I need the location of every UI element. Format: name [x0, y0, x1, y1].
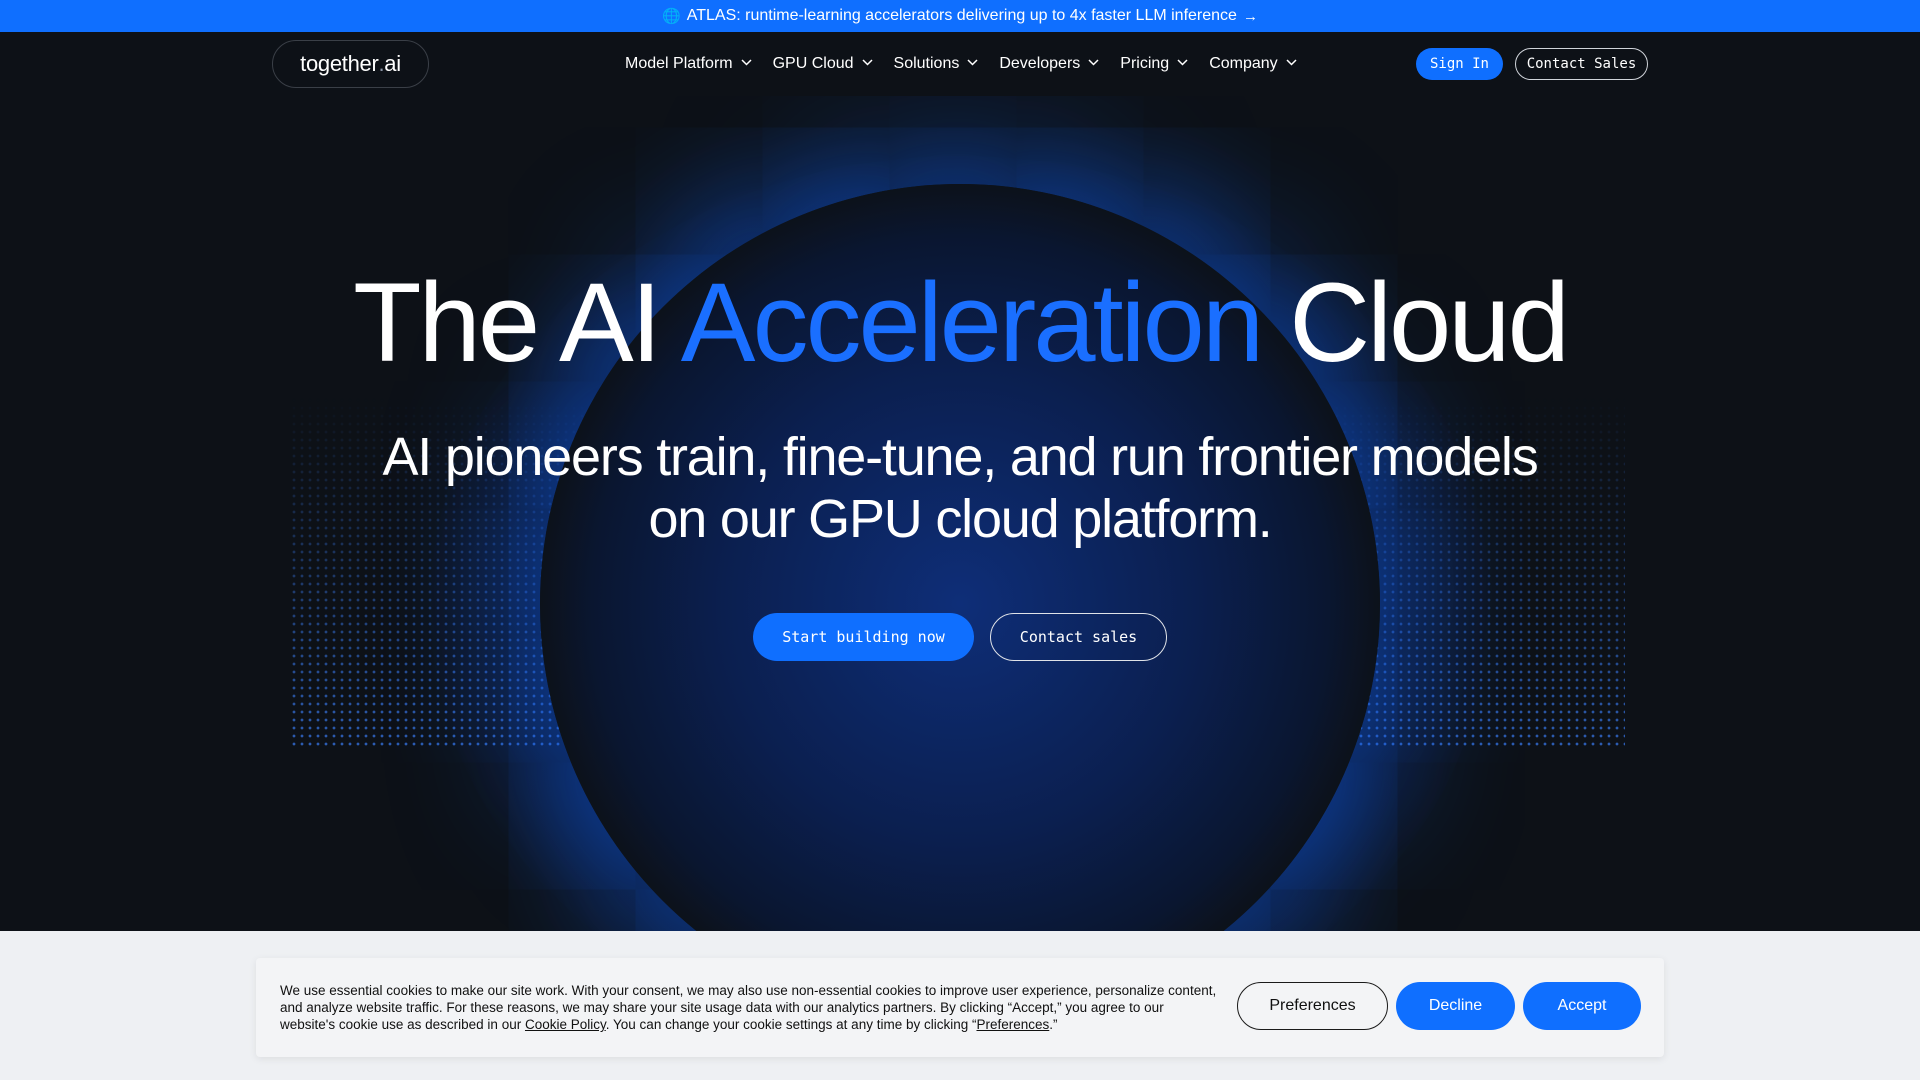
nav-item-label: Developers: [999, 55, 1081, 72]
accept-button[interactable]: Accept: [1523, 982, 1641, 1030]
nav-item-model-platform[interactable]: Model Platform: [625, 55, 752, 73]
cookie-policy-link[interactable]: Cookie Policy: [525, 1017, 606, 1032]
cookie-message: We use essential cookies to make our sit…: [280, 982, 1220, 1033]
nav-item-pricing[interactable]: Pricing: [1120, 55, 1188, 73]
nav-item-label: Pricing: [1120, 55, 1170, 72]
nav-item-label: Solutions: [893, 55, 960, 72]
nav-item-label: GPU Cloud: [772, 55, 854, 72]
chevron-down-icon: [1286, 59, 1297, 69]
hero-section: The AI Acceleration Cloud AI pioneers tr…: [0, 96, 1920, 931]
preferences-button[interactable]: Preferences: [1237, 982, 1388, 1030]
logo-text-main: together: [300, 51, 379, 76]
headline-part-1: The AI: [353, 260, 681, 385]
nav-item-gpu-cloud[interactable]: GPU Cloud: [772, 55, 873, 73]
hero-headline: The AI Acceleration Cloud: [0, 256, 1920, 390]
logo-text-tld: ai: [384, 51, 401, 76]
headline-accent: Acceleration: [680, 260, 1264, 385]
chevron-down-icon: [861, 59, 873, 69]
nav-item-solutions[interactable]: Solutions: [894, 55, 978, 73]
cookie-banner: We use essential cookies to make our sit…: [256, 958, 1664, 1057]
decline-button[interactable]: Decline: [1396, 982, 1515, 1030]
contact-sales-hero-button[interactable]: Contact sales: [990, 613, 1167, 661]
main-menu: Model Platform GPU Cloud Solutions Devel…: [625, 32, 1297, 96]
contact-sales-button[interactable]: Contact Sales: [1515, 48, 1648, 80]
sign-in-button[interactable]: Sign In: [1416, 48, 1503, 80]
preferences-link[interactable]: Preferences: [976, 1017, 1049, 1032]
hero-subheadline: AI pioneers train, fine-tune, and run fr…: [382, 427, 1538, 549]
headline-part-2: Cloud: [1261, 260, 1570, 385]
nav-item-label: Model Platform: [625, 55, 733, 72]
chevron-down-icon: [967, 59, 978, 69]
announcement-bar[interactable]: 🌐 ATLAS: runtime-learning accelerators d…: [0, 0, 1920, 32]
logo[interactable]: together. ai: [272, 40, 429, 88]
nav-item-developers[interactable]: Developers: [999, 55, 1099, 73]
globe-icon: 🌐: [662, 8, 681, 25]
start-building-button[interactable]: Start building now: [753, 613, 974, 661]
cookie-text-middle: . You can change your cookie settings at…: [605, 1017, 977, 1032]
top-navigation: together. ai Model Platform GPU Cloud Sol…: [0, 32, 1920, 96]
chevron-down-icon: [1177, 59, 1188, 69]
chevron-down-icon: [1088, 59, 1099, 69]
nav-item-company[interactable]: Company: [1209, 55, 1297, 73]
announcement-text[interactable]: ATLAS: runtime-learning accelerators del…: [687, 7, 1237, 25]
chevron-down-icon: [741, 59, 752, 69]
arrow-right-icon: →: [1242, 7, 1258, 25]
cookie-text-end: .”: [1049, 1017, 1058, 1032]
nav-item-label: Company: [1209, 55, 1278, 72]
